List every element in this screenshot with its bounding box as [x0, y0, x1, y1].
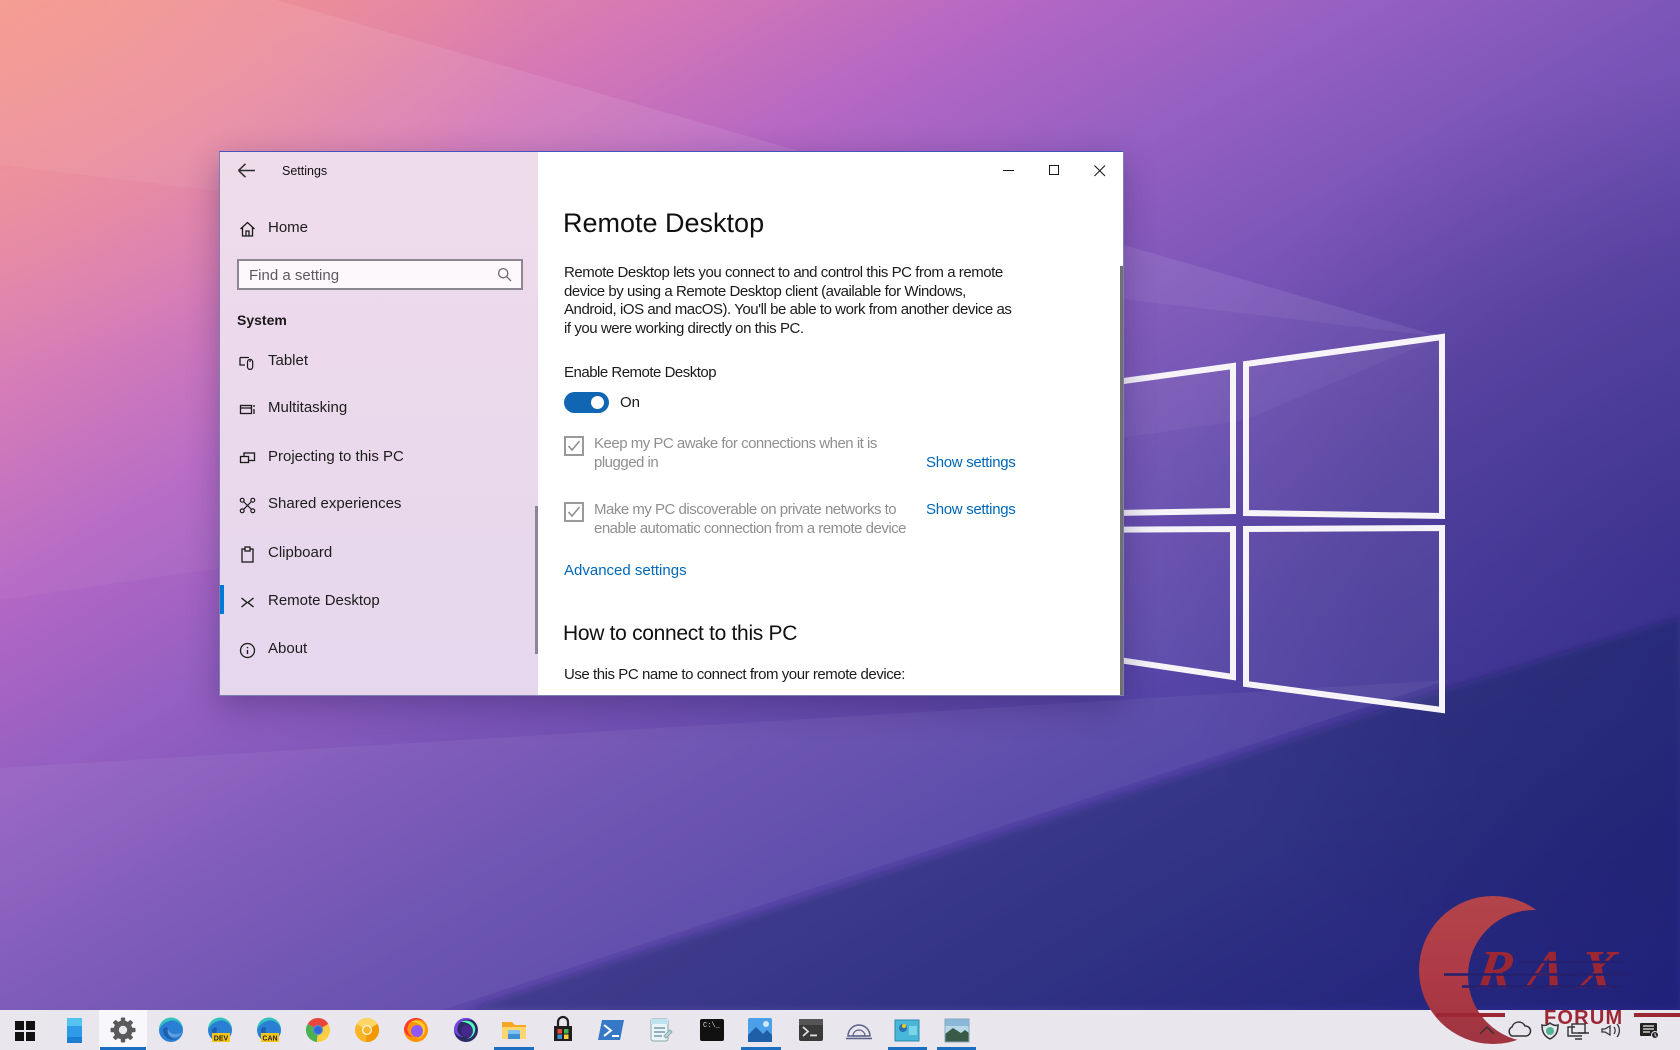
svg-text:RAX: RAX [1472, 939, 1634, 1000]
svg-text:DEV: DEV [214, 1036, 229, 1043]
svg-text:C:\_: C:\_ [703, 1022, 721, 1030]
svg-text:CAN: CAN [262, 1036, 277, 1043]
